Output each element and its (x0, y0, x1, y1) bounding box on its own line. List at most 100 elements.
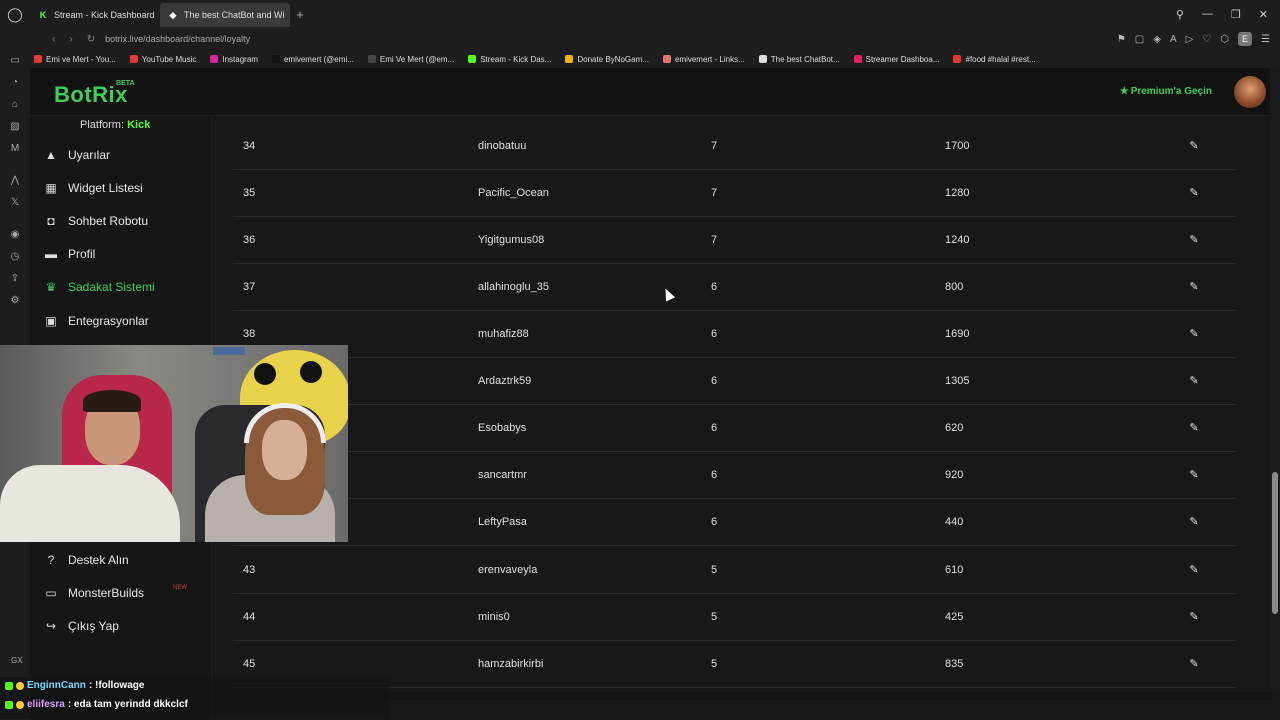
bookmark-item[interactable]: emivemert - Links... (662, 55, 745, 64)
bookmark-favicon-icon (367, 55, 376, 63)
history-icon[interactable]: ◔ (8, 76, 22, 90)
bookmark-favicon-icon (129, 55, 138, 63)
bookmark-item[interactable]: emivemert (@emi... (271, 54, 354, 64)
rank-cell: 37 (243, 281, 256, 293)
pin-icon[interactable]: ⚑ (1117, 34, 1126, 45)
premium-button[interactable]: ★ Premium'a Geçin (1120, 86, 1212, 97)
beta-badge: BETA (116, 80, 135, 87)
edit-icon[interactable]: ✎ (1187, 358, 1201, 405)
play-icon[interactable]: ▷ (1186, 34, 1194, 45)
profile-icon[interactable]: E (1238, 32, 1253, 46)
bookmark-item[interactable]: Instagram (210, 55, 258, 64)
sidebar-item-entegrasyonlar[interactable]: ▣ Entegrasyonlar (44, 311, 148, 331)
tab-botrix[interactable]: ◆ The best ChatBot and Wi ✕ (160, 3, 290, 27)
sidebar-item-widget-listesi[interactable]: ▦ Widget Listesi (44, 178, 142, 198)
sidebar-item-cikis-yap[interactable]: ↪ Çıkış Yap (44, 616, 119, 636)
bookmarks-bar: Emi ve Mert - You... YouTube Music Instagr… (30, 50, 1280, 68)
settings-icon[interactable]: ⚙ (8, 294, 22, 308)
bookmark-item[interactable]: Emi Ve Mert (@em... (367, 55, 454, 64)
clock-icon[interactable]: ◷ (8, 250, 22, 264)
username-cell: LeftyPasa (478, 516, 527, 528)
extensions-icon[interactable]: ⬡ (1220, 34, 1229, 45)
share-icon[interactable]: ⇪ (8, 272, 22, 286)
level-cell: 7 (711, 140, 718, 152)
sidebar-item-destek-alin[interactable]: ? Destek Alın (44, 550, 129, 570)
bookmark-item[interactable]: #food #halal #rest... (953, 55, 1036, 64)
bookmark-favicon-icon (271, 55, 280, 63)
table-row: 34 dinobatuu 7 1700 ✎ (233, 123, 1236, 170)
username-cell: hamzabirkirbi (478, 658, 544, 670)
minimize-icon[interactable]: — (1202, 8, 1213, 21)
shield-icon[interactable]: ◈ (1153, 34, 1161, 45)
edit-icon[interactable]: ✎ (1187, 170, 1201, 217)
back-icon[interactable]: ‹ (52, 34, 55, 45)
points-cell: 1280 (945, 187, 970, 199)
edit-icon[interactable]: ✎ (1187, 452, 1201, 499)
edit-icon[interactable]: ✎ (1187, 217, 1201, 264)
edit-icon[interactable]: ✎ (1187, 123, 1201, 170)
snapshot-icon[interactable]: ▢ (1135, 34, 1144, 45)
star-icon: ★ (1119, 86, 1129, 97)
bookmark-favicon-icon (210, 55, 219, 63)
bookmark-item[interactable]: YouTube Music (129, 55, 196, 64)
trophy-icon: ♛ (45, 280, 57, 294)
kick-badge-icon (5, 681, 13, 690)
arc-icon[interactable]: ⋀ (8, 174, 22, 188)
edit-icon[interactable]: ✎ (1187, 311, 1201, 358)
sidebar-item-profil[interactable]: ▬ Profil (44, 244, 95, 264)
bookmark-item[interactable]: Streamer Dashboa... (853, 55, 939, 64)
table-row: 38 muhafiz88 6 1690 ✎ (233, 311, 1236, 358)
new-tab-button[interactable]: + (290, 7, 310, 22)
sidebar-item-sadakat-sistemi[interactable]: ♛ Sadakat Sistemi (44, 277, 155, 297)
home-icon[interactable]: ▭ (8, 54, 22, 68)
bookmark-item[interactable]: Donate ByNoGam... (565, 55, 649, 64)
rank-cell: 35 (243, 187, 256, 199)
sidebar-item-label: Çıkış Yap (68, 619, 119, 633)
points-cell: 800 (945, 281, 964, 293)
notes-icon[interactable]: ▨ (8, 120, 22, 134)
edit-icon[interactable]: ✎ (1187, 264, 1201, 311)
bookmark-item[interactable]: The best ChatBot... (758, 55, 840, 64)
scrollbar-thumb[interactable] (1272, 472, 1278, 614)
bookmark-favicon-icon (758, 55, 767, 63)
edit-icon[interactable]: ✎ (1187, 499, 1201, 546)
sidebar-item-sohbet-robotu[interactable]: ◘ Sohbet Robotu (44, 211, 148, 231)
search-icon[interactable]: ⚲ (1176, 8, 1184, 21)
table-row: 44 minis0 5 425 ✎ (233, 594, 1236, 641)
points-cell: 1690 (945, 328, 970, 340)
opera-menu-icon[interactable]: ◯ (0, 0, 30, 28)
x-icon[interactable]: 𝕏 (8, 196, 22, 210)
edit-icon[interactable]: ✎ (1187, 641, 1201, 688)
edit-icon[interactable]: ✎ (1187, 405, 1201, 452)
sidebar-item-uyarilar[interactable]: ▲ Uyarılar (44, 145, 110, 165)
sidebar-item-monsterbuilds[interactable]: ▭ MonsterBuilds (44, 583, 144, 603)
bookmark-item[interactable]: Emi ve Mert - You... (34, 55, 116, 64)
url-field[interactable]: botrix.live/dashboard/channel/loyalty (105, 34, 250, 44)
avatar[interactable] (1234, 76, 1266, 108)
username-cell: Esobabys (478, 422, 527, 434)
platform-label-text: Platform: (80, 119, 125, 131)
reload-icon[interactable]: ↻ (87, 34, 95, 45)
messenger-icon[interactable]: M (8, 142, 22, 156)
level-cell: 6 (711, 422, 718, 434)
edit-icon[interactable]: ✎ (1187, 594, 1201, 641)
bookmarks-icon[interactable]: ⌂ (8, 98, 22, 112)
maximize-icon[interactable]: ❐ (1231, 8, 1241, 21)
edit-icon[interactable]: ✎ (1187, 547, 1201, 594)
chat-text: : !followage (88, 680, 145, 691)
forward-icon[interactable]: › (69, 34, 72, 45)
username-cell: dinobatuu (478, 140, 527, 152)
chat-text: : eda tam yerindd dkkclcf (67, 699, 188, 710)
translate-icon[interactable]: A (1170, 34, 1177, 45)
extension-icons: ⚑ ▢ ◈ A ▷ ♡ ⬡ E ☰ (1117, 32, 1280, 46)
level-cell: 6 (711, 469, 718, 481)
heart-icon[interactable]: ♡ (1202, 34, 1211, 45)
tab-kick-dashboard[interactable]: K Stream - Kick Dashboard (30, 3, 160, 27)
points-cell: 425 (945, 611, 964, 623)
points-cell: 1240 (945, 234, 970, 246)
menu-icon[interactable]: ☰ (1261, 34, 1270, 45)
close-window-icon[interactable]: ✕ (1259, 8, 1268, 21)
bookmark-item[interactable]: Stream - Kick Das... (468, 55, 551, 64)
bookmark-label: emivemert (@emi... (283, 54, 354, 64)
player-icon[interactable]: ◉ (8, 228, 22, 242)
